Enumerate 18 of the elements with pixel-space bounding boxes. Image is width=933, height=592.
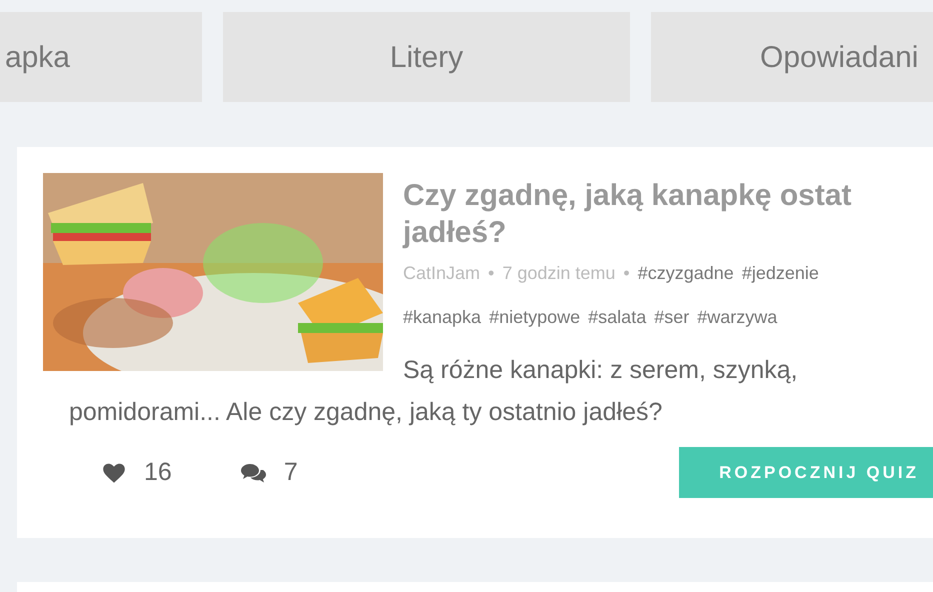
tag-link[interactable]: #warzywa — [697, 295, 778, 339]
tag-link[interactable]: #nietypowe — [489, 295, 580, 339]
likes-count: 16 — [144, 456, 172, 488]
category-tab[interactable]: Opowiadani — [651, 12, 933, 102]
time-ago: 7 godzin temu — [502, 262, 616, 285]
separator: • — [488, 262, 494, 285]
quiz-description: Są różne kanapki: z serem, szynką, pomidorami... Ale czy zgadnę, jaką ty ostatnio jadłeś? — [69, 355, 799, 428]
separator: • — [623, 262, 630, 285]
tag-link[interactable]: #jedzenie — [742, 251, 819, 295]
tag-link[interactable]: #kanapka — [403, 295, 482, 339]
tag-link[interactable]: #salata — [588, 295, 646, 339]
tag-link[interactable]: #ser — [654, 295, 690, 339]
category-tab[interactable]: Litery — [223, 12, 630, 102]
quiz-title[interactable]: Czy zgadnę, jaką kanapkę ostat jadłeś? — [43, 173, 933, 251]
category-tab[interactable]: apka — [0, 12, 202, 102]
comments-icon[interactable] — [240, 462, 268, 484]
tag-link[interactable]: #czyzgadne — [638, 251, 734, 295]
comments-count: 7 — [284, 456, 298, 488]
